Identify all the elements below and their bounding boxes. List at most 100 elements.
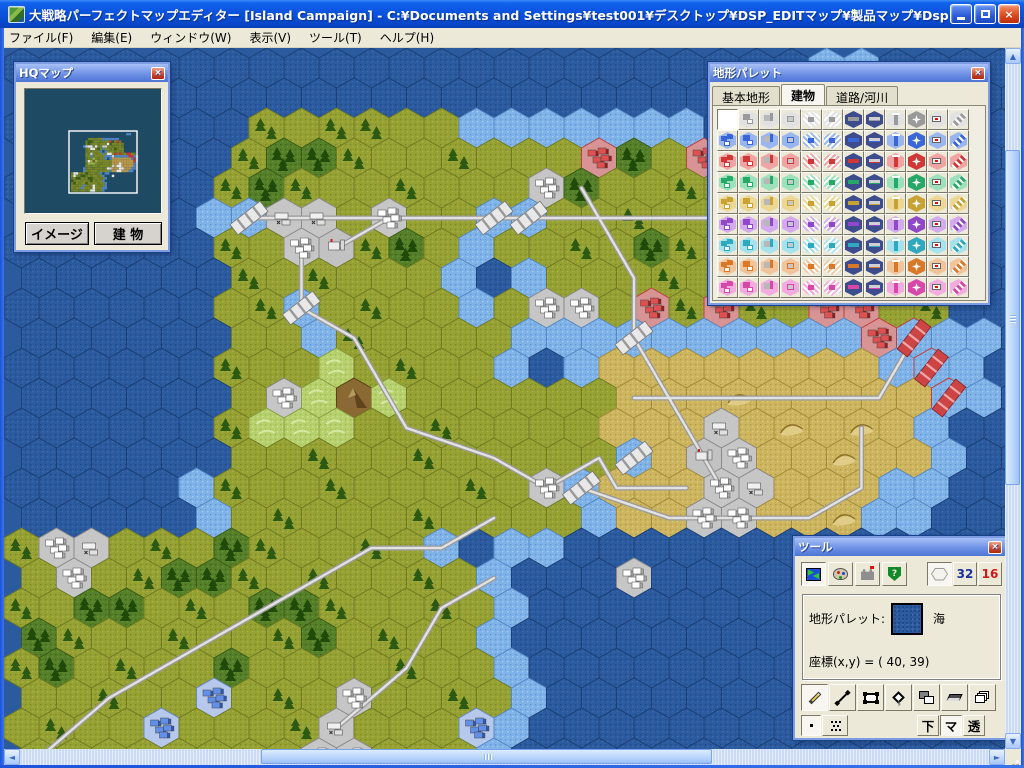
palette-cell-bridge[interactable]: [948, 256, 969, 277]
palette-cell-airfield[interactable]: [801, 151, 822, 172]
palette-cell-depot[interactable]: [927, 130, 948, 151]
zoom-32-button[interactable]: 32: [953, 562, 977, 586]
palette-cell-airfield2[interactable]: [822, 109, 843, 130]
palette-cell-tower[interactable]: [885, 172, 906, 193]
palette-cell-factory[interactable]: [759, 214, 780, 235]
tool-title-bar[interactable]: ツール ×: [795, 538, 1005, 556]
palette-cell-port2[interactable]: [864, 193, 885, 214]
scroll-right-button[interactable]: ►: [989, 749, 1005, 765]
palette-cell-port2[interactable]: [864, 130, 885, 151]
mode-shita-button[interactable]: 下: [917, 715, 939, 736]
palette-cell-port2[interactable]: [864, 235, 885, 256]
palette-cell-base-star[interactable]: [906, 151, 927, 172]
palette-cell-airfield2[interactable]: [822, 193, 843, 214]
scroll-left-button[interactable]: ◄: [4, 749, 20, 765]
palette-cell-tower[interactable]: [885, 235, 906, 256]
palette-cell-port2[interactable]: [864, 256, 885, 277]
minimize-button[interactable]: [950, 4, 972, 24]
palette-cell-base-star[interactable]: [906, 109, 927, 130]
palette-cell-bridge[interactable]: [948, 214, 969, 235]
palette-cell-airfield[interactable]: [801, 235, 822, 256]
close-button[interactable]: ×: [998, 4, 1020, 24]
palette-cell-factory[interactable]: [759, 256, 780, 277]
palette-cell-tower[interactable]: [885, 193, 906, 214]
copy-tool-button[interactable]: [913, 684, 940, 711]
palette-cell-airfield2[interactable]: [822, 256, 843, 277]
title-bar[interactable]: 大戦略パーフェクトマップエディター [Island Campaign] - C:…: [0, 0, 1024, 28]
palette-cell-tower[interactable]: [885, 277, 906, 298]
palette-cell-port[interactable]: [843, 277, 864, 298]
palette-cell-base-star[interactable]: [906, 256, 927, 277]
palette-cell-airfield[interactable]: [801, 172, 822, 193]
palette-cell-house[interactable]: [780, 214, 801, 235]
palette-cell-tower[interactable]: [885, 151, 906, 172]
vertical-scroll-thumb[interactable]: [1005, 150, 1020, 485]
palette-cell-city-lg[interactable]: [717, 235, 738, 256]
palette-cell-port[interactable]: [843, 109, 864, 130]
pattern-size-button[interactable]: [822, 715, 848, 736]
palette-cell-bridge[interactable]: [948, 193, 969, 214]
minimap-panel[interactable]: [24, 88, 162, 214]
palette-cell-depot[interactable]: [927, 109, 948, 130]
palette-cell-port[interactable]: [843, 256, 864, 277]
palette-cell-tower[interactable]: [885, 109, 906, 130]
palette-cell-airfield[interactable]: [801, 109, 822, 130]
maximize-button[interactable]: [974, 4, 996, 24]
palette-cell-port2[interactable]: [864, 109, 885, 130]
palette-cell-airfield2[interactable]: [822, 151, 843, 172]
palette-cell-tower[interactable]: [885, 130, 906, 151]
menu-edit[interactable]: 編集(E): [82, 27, 141, 48]
menu-tool[interactable]: ツール(T): [300, 27, 371, 48]
palette-cell-bridge[interactable]: [948, 151, 969, 172]
palette-cell-port[interactable]: [843, 172, 864, 193]
palette-cell-bridge[interactable]: [948, 277, 969, 298]
palette-cell-factory[interactable]: [759, 109, 780, 130]
palette-cell-factory[interactable]: [759, 193, 780, 214]
palette-cell-depot[interactable]: [927, 172, 948, 193]
palette-cell-house[interactable]: [780, 109, 801, 130]
mode-tou-button[interactable]: 透: [963, 715, 985, 736]
scroll-up-button[interactable]: ▲: [1005, 48, 1021, 64]
rectangle-tool-button[interactable]: [857, 684, 884, 711]
palette-cell-port2[interactable]: [864, 151, 885, 172]
zoom-16-button[interactable]: 16: [978, 562, 1002, 586]
dot-size-button[interactable]: [801, 715, 821, 736]
palette-cell-port[interactable]: [843, 193, 864, 214]
palette-cell-depot[interactable]: [927, 277, 948, 298]
palette-cell-city-md[interactable]: [738, 214, 759, 235]
horizontal-scroll-thumb[interactable]: [261, 749, 712, 764]
palette-cell-house[interactable]: [780, 130, 801, 151]
tab-roads-rivers[interactable]: 道路/河川: [826, 86, 898, 105]
palette-cell-city-md[interactable]: [738, 172, 759, 193]
terrain-palette-window[interactable]: 地形パレット × 基本地形 建物 道路/河川: [708, 62, 990, 305]
horizontal-scrollbar[interactable]: ◄ ►: [4, 749, 1005, 765]
tool-close-button[interactable]: ×: [988, 541, 1002, 554]
palette-cell-city-lg[interactable]: [717, 214, 738, 235]
palette-cell-city-lg[interactable]: [717, 256, 738, 277]
palette-cell-airfield2[interactable]: [822, 235, 843, 256]
palette-cell-city-md[interactable]: [738, 109, 759, 130]
palette-cell-factory[interactable]: [759, 235, 780, 256]
hq-title-bar[interactable]: HQマップ ×: [16, 64, 168, 82]
palette-cell-base-star[interactable]: [906, 235, 927, 256]
palette-cell-bridge[interactable]: [948, 235, 969, 256]
palette-cell-depot[interactable]: [927, 214, 948, 235]
palette-cell-city-lg[interactable]: [717, 193, 738, 214]
palette-cell-house[interactable]: [780, 151, 801, 172]
palette-cell-depot[interactable]: [927, 151, 948, 172]
palette-cell-tower[interactable]: [885, 214, 906, 235]
palette-cell-airfield2[interactable]: [822, 214, 843, 235]
palette-cell-city-md[interactable]: [738, 256, 759, 277]
hq-map-window[interactable]: HQマップ × イメージ 建 物: [14, 62, 170, 252]
palette-cell-base-star[interactable]: [906, 172, 927, 193]
palette-cell-depot[interactable]: [927, 256, 948, 277]
palette-cell-house[interactable]: [780, 277, 801, 298]
palette-cell-city-lg[interactable]: [717, 109, 738, 130]
palette-cell-airfield[interactable]: [801, 277, 822, 298]
palette-cell-city-md[interactable]: [738, 130, 759, 151]
help-button[interactable]: ?: [882, 562, 907, 586]
palette-cell-port2[interactable]: [864, 172, 885, 193]
palette-cell-port2[interactable]: [864, 214, 885, 235]
palette-cell-airfield[interactable]: [801, 193, 822, 214]
palette-cell-city-md[interactable]: [738, 151, 759, 172]
